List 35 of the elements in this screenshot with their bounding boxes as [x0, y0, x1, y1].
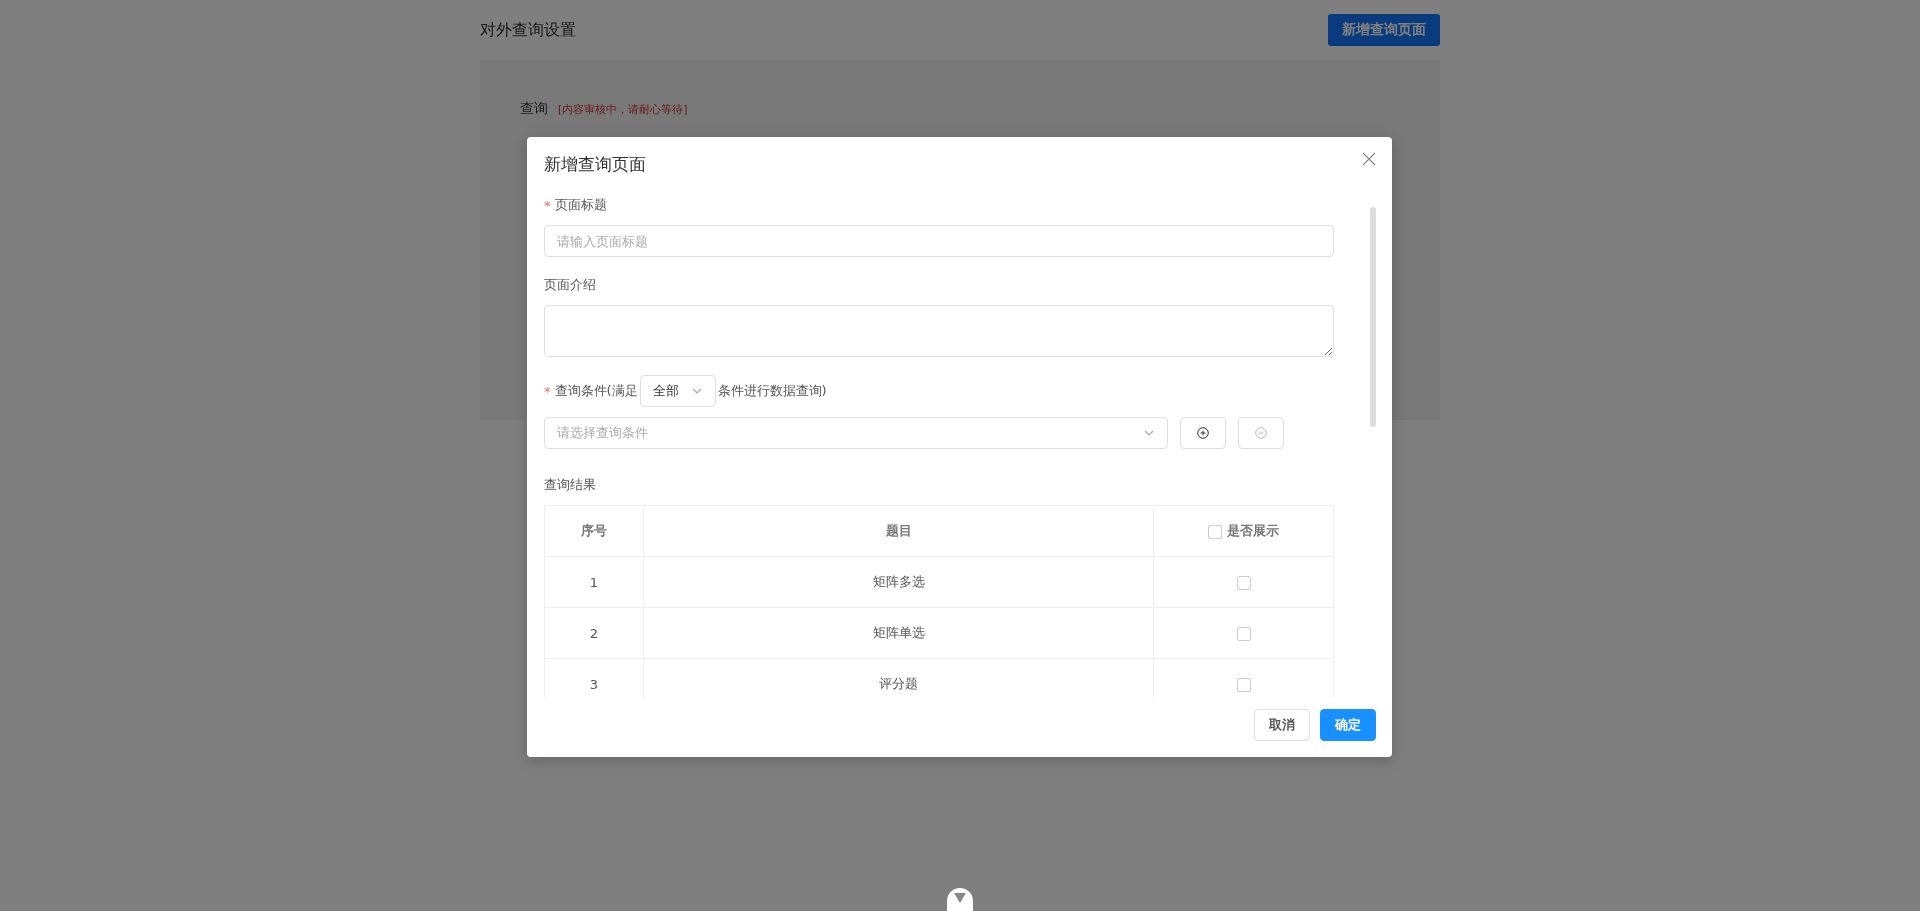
field-label: 页面标题 — [554, 196, 607, 214]
condition-text: 查询条件(满足 — [554, 382, 638, 400]
add-condition-button[interactable] — [1180, 417, 1226, 449]
checkbox[interactable] — [1236, 575, 1251, 590]
checkbox[interactable] — [1208, 524, 1223, 539]
close-icon[interactable] — [1362, 152, 1376, 166]
plus-circle-icon — [1197, 427, 1209, 439]
table-cell: 1 — [544, 556, 644, 608]
scroll-down-button[interactable] — [947, 888, 973, 911]
confirm-button[interactable]: 确定 — [1320, 709, 1376, 741]
match-select[interactable]: 全部 — [639, 375, 716, 407]
checkbox[interactable] — [1236, 677, 1251, 692]
condition-text: 条件进行数据查询) — [717, 382, 827, 400]
column-header: 序号 — [544, 505, 644, 557]
section-label: 查询 — [520, 100, 548, 118]
caret-down-icon — [954, 893, 966, 903]
table-cell: 矩阵多选 — [643, 556, 1154, 608]
title-input[interactable]: 请输入页面标题 — [544, 225, 1334, 257]
required-mark: * — [544, 383, 551, 399]
field-label: 页面介绍 — [544, 276, 596, 294]
results-label: 查询结果 — [544, 476, 597, 494]
table-cell: 2 — [544, 607, 644, 659]
table-cell: 矩阵单选 — [643, 607, 1154, 659]
column-header: 题目 — [643, 505, 1154, 557]
modal-title: 新增查询页面 — [544, 153, 646, 176]
checkbox[interactable] — [1236, 626, 1251, 641]
add-page-button[interactable]: 新增查询页面 — [1328, 14, 1440, 46]
table-cell: 3 — [544, 658, 644, 697]
column-header: 是否展示 — [1153, 505, 1334, 557]
review-status: [内容审核中，请耐心等待] — [558, 102, 688, 117]
cancel-button[interactable]: 取消 — [1254, 709, 1310, 741]
page-title: 对外查询设置 — [480, 19, 576, 41]
condition-select[interactable]: 请选择查询条件 — [544, 417, 1168, 449]
required-mark: * — [544, 197, 551, 213]
minus-circle-icon — [1255, 427, 1267, 439]
